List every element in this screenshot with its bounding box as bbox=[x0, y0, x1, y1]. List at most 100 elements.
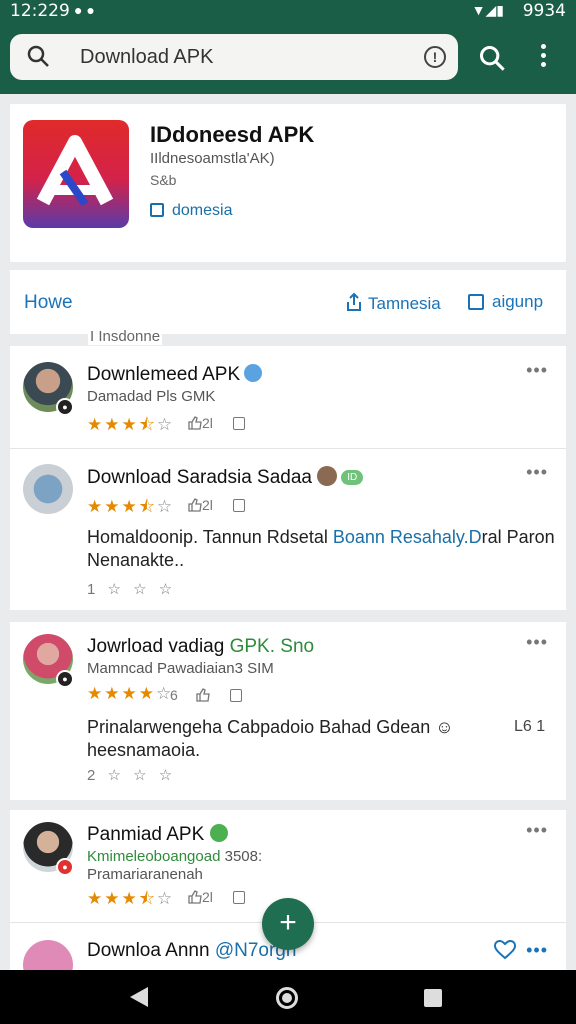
tab-share-label: Tamnesia bbox=[368, 294, 441, 313]
notification-icons: ● ● bbox=[74, 2, 95, 18]
like-count-value: 2l bbox=[202, 889, 213, 905]
like-count[interactable]: 2l bbox=[188, 497, 245, 513]
app-logo-icon bbox=[23, 120, 129, 228]
like-count-value: 2l bbox=[202, 415, 213, 431]
like-count-value: 2l bbox=[202, 497, 213, 513]
star-rating: ★★★⯪☆ bbox=[87, 497, 175, 516]
review-author: Downloa Annn @N7orgn bbox=[87, 940, 296, 962]
review-meta: Kmimeleoboangoad 3508: bbox=[87, 848, 262, 865]
like-count-value: 6 bbox=[170, 687, 178, 703]
reaction-row[interactable]: 2 ☆ ☆ ☆ bbox=[87, 766, 176, 784]
review-author-name: Jowrload vadiag bbox=[87, 636, 230, 657]
review-meta-secondary: Pramariaranenah bbox=[87, 866, 203, 883]
section-label: I Insdonne bbox=[88, 328, 163, 345]
reaction-count: 1 bbox=[87, 581, 100, 598]
avatar bbox=[23, 940, 73, 970]
review-card: ● Jowrload vadiag GPK. Sno Mamncad Pawad… bbox=[10, 622, 566, 800]
more-options-icon[interactable] bbox=[538, 44, 548, 72]
thumbs-up-icon bbox=[188, 498, 202, 512]
app-subtitle: IIldnesoamstla'AK) bbox=[150, 150, 275, 167]
user-badge-icon: ● bbox=[56, 670, 74, 688]
more-options-icon[interactable]: ••• bbox=[526, 360, 548, 381]
comment-icon[interactable] bbox=[232, 499, 245, 512]
plus-icon: + bbox=[279, 906, 297, 939]
tab-share[interactable]: Tamnesia bbox=[344, 292, 441, 314]
review-author-name: Downloa Annn bbox=[87, 940, 215, 961]
battery-level: 9934 bbox=[522, 1, 566, 21]
star-rating: ★★★★☆ bbox=[87, 684, 174, 703]
app-title: IDdoneesd APK bbox=[150, 122, 315, 147]
more-options-icon[interactable]: ••• bbox=[526, 462, 548, 483]
more-options-icon[interactable]: ••• bbox=[526, 632, 548, 653]
checkbox-icon bbox=[150, 203, 164, 217]
review-text: Homaldoonip. Tannun Rdsetal Boann Resaha… bbox=[87, 526, 557, 572]
review-meta-number: 3508: bbox=[224, 848, 263, 865]
heart-icon[interactable] bbox=[494, 940, 516, 960]
review-text: Prinalarwengeha Cabpadoio Bahad Gdean ☺ h… bbox=[87, 716, 507, 762]
review-text-line: heesnamaoia. bbox=[87, 740, 201, 760]
user-badge-icon: ● bbox=[56, 398, 74, 416]
tab-home[interactable]: Howe bbox=[24, 292, 73, 314]
search-input[interactable]: Download APK ! bbox=[10, 34, 458, 80]
star-rating: ★★★⯪☆ bbox=[87, 889, 175, 908]
home-icon[interactable] bbox=[276, 987, 298, 1009]
verified-green-icon bbox=[209, 824, 228, 842]
more-options-icon[interactable]: ••• bbox=[526, 820, 548, 841]
like-count[interactable]: 2l bbox=[188, 415, 245, 431]
tab-signup-label: aigunp bbox=[492, 292, 544, 311]
avatar-small-icon bbox=[317, 466, 338, 486]
review-meta-green: Kmimeleoboangoad bbox=[87, 848, 221, 865]
back-icon[interactable] bbox=[130, 987, 148, 1007]
like-count[interactable]: 2l bbox=[188, 889, 245, 905]
search-button-icon[interactable] bbox=[478, 44, 506, 72]
star-rating: ★★★⯪☆ bbox=[87, 415, 175, 434]
review-author: Jowrload vadiag GPK. Sno bbox=[87, 636, 314, 658]
recents-icon[interactable] bbox=[424, 989, 442, 1007]
review-author-name: Downlemeed APK bbox=[87, 364, 241, 385]
review-card: ● Downlemeed APK Damadad Pls GMK ★★★⯪☆ 2… bbox=[10, 346, 566, 610]
like-count[interactable]: 6 bbox=[170, 687, 242, 703]
more-options-icon[interactable]: ••• bbox=[526, 940, 548, 961]
search-query: Download APK bbox=[80, 46, 214, 68]
reaction-count: 2 bbox=[87, 767, 100, 784]
verified-icon bbox=[244, 364, 263, 382]
navigation-bar bbox=[0, 970, 576, 1024]
review-author-name: Download Saradsia Sadaa bbox=[87, 467, 312, 488]
status-time: 12:229 bbox=[10, 1, 70, 21]
review-side-value: L6 1 bbox=[514, 718, 546, 735]
review-meta: Mamncad Pawadiaian3 SIM bbox=[87, 660, 274, 677]
app-link[interactable]: domesia bbox=[150, 202, 232, 220]
info-icon[interactable]: ! bbox=[424, 46, 446, 68]
thumbs-up-icon bbox=[188, 416, 202, 430]
add-fab-button[interactable]: + bbox=[262, 898, 314, 950]
review-author: Download Saradsia Sadaa ID bbox=[87, 466, 364, 489]
thumbs-up-icon bbox=[196, 688, 210, 702]
search-icon bbox=[27, 45, 49, 67]
review-link[interactable]: Boann Resahaly.D bbox=[333, 527, 482, 547]
status-bar: 12:229 ● ● ▼◢▮ 9934 bbox=[0, 0, 576, 24]
square-icon bbox=[468, 294, 484, 310]
avatar bbox=[23, 464, 73, 514]
comment-icon[interactable] bbox=[232, 417, 245, 430]
review-text-line: Prinalarwengeha Cabpadoio Bahad Gdean ☺ bbox=[87, 717, 454, 737]
reaction-row[interactable]: 1 ☆ ☆ ☆ bbox=[87, 580, 176, 598]
app-link-label: domesia bbox=[172, 202, 233, 219]
app-bar: Download APK ! bbox=[0, 24, 576, 94]
comment-icon[interactable] bbox=[232, 891, 245, 904]
review-author: Downlemeed APK bbox=[87, 364, 263, 386]
review-author-name: Panmiad APK bbox=[87, 824, 205, 845]
review-text-part: Homaldoonip. Tannun Rdsetal bbox=[87, 527, 333, 547]
review-author-tag: GPK. Sno bbox=[229, 636, 315, 657]
user-badge-icon: ● bbox=[56, 858, 74, 876]
thumbs-up-icon bbox=[188, 890, 202, 904]
app-size: S&b bbox=[150, 172, 177, 188]
signal-icon: ▼◢▮ bbox=[471, 2, 504, 18]
review-item[interactable]: Download Saradsia Sadaa ID ★★★⯪☆ 2l ••• … bbox=[10, 448, 566, 610]
tab-row: Howe Tamnesia aigunp bbox=[10, 270, 566, 334]
review-item[interactable]: ● Downlemeed APK Damadad Pls GMK ★★★⯪☆ 2… bbox=[10, 346, 566, 448]
review-item[interactable]: ● Jowrload vadiag GPK. Sno Mamncad Pawad… bbox=[10, 622, 566, 800]
comment-icon[interactable] bbox=[229, 689, 242, 702]
share-icon bbox=[347, 292, 361, 311]
chip-badge: ID bbox=[341, 470, 364, 485]
tab-signup[interactable]: aigunp bbox=[468, 292, 543, 312]
